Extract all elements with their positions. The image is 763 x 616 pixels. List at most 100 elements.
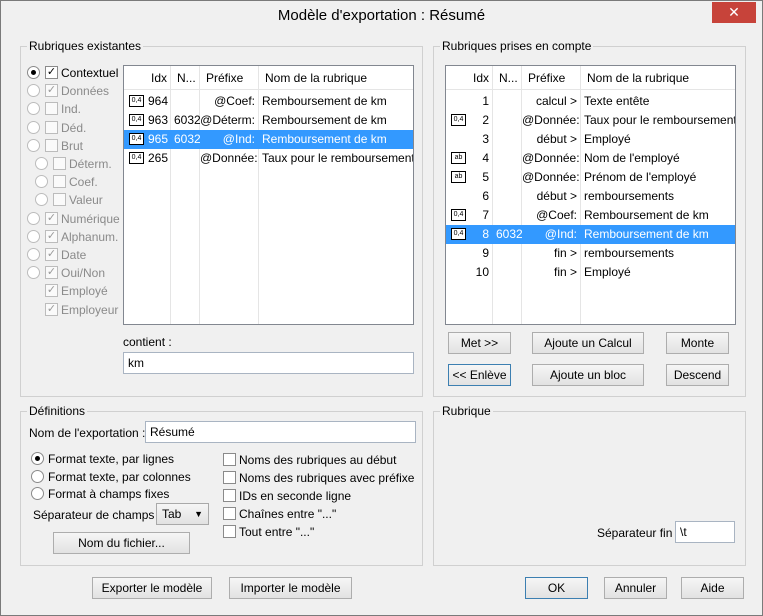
table-row[interactable]: 0,4 8 6032. @Ind: Remboursement de km — [446, 225, 735, 244]
column-header[interactable]: N... — [493, 66, 522, 90]
filter-radio[interactable] — [27, 266, 40, 280]
cell-idx: 2 — [482, 113, 489, 127]
cell-n: 6032. — [174, 132, 200, 146]
cancel-button[interactable]: Annuler — [604, 577, 667, 599]
filter-checkbox[interactable] — [45, 102, 58, 116]
existing-fields-group: Rubriques existantes ✓ Contextuel ✓ Données… — [20, 39, 423, 397]
format-radio-columns[interactable] — [31, 470, 44, 483]
filter-radio[interactable] — [27, 84, 40, 98]
filter-radio[interactable] — [35, 175, 48, 189]
add-calc-button[interactable]: Ajoute un Calcul — [532, 332, 644, 354]
column-header[interactable]: Idx — [467, 66, 493, 90]
end-separator-label: Séparateur fin : — [597, 526, 680, 540]
contains-input[interactable]: km — [123, 352, 414, 374]
remove-button[interactable]: << Enlève — [448, 364, 511, 386]
table-row[interactable]: 10 fin > Employé — [446, 263, 735, 282]
table-row[interactable]: ab 5 @Donnée: Prénom de l'employé — [446, 168, 735, 187]
window-title: Modèle d'exportation : Résumé — [277, 7, 486, 24]
table-row[interactable]: 3 début > Employé — [446, 130, 735, 149]
close-button[interactable]: ✕ — [712, 2, 756, 23]
table-row[interactable]: 6 début > remboursements — [446, 187, 735, 206]
filter-radio[interactable] — [27, 211, 40, 225]
table-row[interactable]: 0,4 265 @Donnée: Taux pour le remboursement… — [124, 149, 413, 168]
format-radio-lines[interactable] — [31, 452, 44, 465]
type-icon: ab — [451, 152, 466, 164]
field-separator-value: Tab — [162, 507, 182, 521]
export-model-button[interactable]: Exporter le modèle — [92, 577, 212, 599]
selected-fields-list[interactable]: Idx N... Préfixe Nom de la rubrique 1 calcul … — [445, 65, 736, 325]
field-separator-select[interactable]: Tab ▼ — [156, 503, 209, 525]
table-row[interactable]: 0,4 7 @Coef: Remboursement de km — [446, 206, 735, 225]
option-ids-second-line-label: IDs en seconde ligne — [239, 489, 352, 503]
add-block-button[interactable]: Ajoute un bloc — [532, 364, 644, 386]
column-header[interactable]: Nom de la rubrique — [259, 66, 413, 90]
format-fixed-label: Format à champs fixes — [48, 487, 170, 501]
filter-radio[interactable] — [27, 138, 40, 152]
option-names-start-label: Noms des rubriques au début — [239, 453, 397, 467]
filter-checkbox[interactable]: ✓ — [45, 66, 58, 79]
filter-checkbox[interactable]: ✓ — [45, 266, 58, 280]
table-row[interactable]: ab 4 @Donnée: Nom de l'employé — [446, 149, 735, 168]
column-header[interactable]: Nom de la rubrique — [581, 66, 735, 90]
filter-checkbox[interactable]: ✓ — [45, 302, 58, 316]
table-row[interactable]: 0,4 964 @Coef: Remboursement de km — [124, 92, 413, 111]
filter-checkbox[interactable]: ✓ — [45, 248, 58, 261]
filter-radio[interactable] — [27, 66, 40, 79]
import-model-button[interactable]: Importer le modèle — [229, 577, 352, 599]
cell-name: Remboursement de km — [584, 208, 709, 222]
cell-name: Remboursement de km — [262, 113, 387, 127]
option-names-prefix-checkbox[interactable] — [223, 471, 236, 484]
table-row[interactable]: 0,4 965 6032. @Ind: Remboursement de km — [124, 130, 413, 149]
filter-checkbox[interactable] — [53, 175, 66, 189]
cell-n — [493, 263, 522, 282]
column-header[interactable]: Préfixe — [522, 66, 581, 90]
filter-radio[interactable] — [27, 229, 40, 243]
table-row[interactable]: 9 fin > remboursements — [446, 244, 735, 263]
table-row[interactable]: 1 calcul > Texte entête — [446, 92, 735, 111]
filter-checkbox[interactable] — [53, 157, 66, 170]
table-row[interactable]: 0,4 963 6032.@Déterm: Remboursement de km — [124, 111, 413, 130]
cell-prefix: @Donnée: — [200, 151, 258, 165]
cell-prefix: @Ind: — [222, 132, 255, 146]
filter-radio[interactable] — [27, 102, 40, 116]
ok-button[interactable]: OK — [525, 577, 588, 599]
filter-radio[interactable] — [35, 157, 48, 170]
cell-name: Employé — [584, 265, 631, 279]
existing-fields-list[interactable]: Idx N... Préfixe Nom de la rubrique 0,4 964 @C… — [123, 65, 414, 325]
move-up-button[interactable]: Monte — [666, 332, 729, 354]
cell-n — [493, 206, 522, 225]
filename-button[interactable]: Nom du fichier... — [53, 532, 190, 554]
option-names-start-checkbox[interactable] — [223, 453, 236, 466]
type-icon: 0,4 — [451, 228, 466, 240]
column-header[interactable]: Préfixe — [200, 66, 259, 90]
column-header[interactable]: Idx — [145, 66, 171, 90]
filter-checkbox[interactable] — [45, 120, 58, 134]
cell-name: Taux pour le remboursement de — [584, 113, 736, 127]
put-button[interactable]: Met >> — [448, 332, 511, 354]
cell-prefix: début > — [536, 189, 577, 203]
filter-radio[interactable] — [35, 193, 48, 207]
help-button[interactable]: Aide — [681, 577, 744, 599]
export-name-input[interactable]: Résumé — [145, 421, 416, 443]
selected-fields-group: Rubriques prises en compte Idx N... Préfix… — [433, 39, 746, 397]
table-row[interactable]: 0,4 2 @Donnée: Taux pour le remboursement d… — [446, 111, 735, 130]
option-all-quoted-checkbox[interactable] — [223, 525, 236, 538]
move-down-button[interactable]: Descend — [666, 364, 729, 386]
filter-checkbox[interactable]: ✓ — [45, 229, 58, 243]
filter-checkbox[interactable]: ✓ — [45, 284, 58, 298]
option-strings-quoted-checkbox[interactable] — [223, 507, 236, 520]
filter-radio[interactable] — [27, 120, 40, 134]
cell-n — [493, 168, 522, 187]
end-separator-input[interactable]: \t — [675, 521, 735, 543]
cell-n — [493, 244, 522, 263]
filter-checkbox[interactable]: ✓ — [45, 211, 58, 225]
filter-checkbox[interactable] — [53, 193, 66, 207]
filter-checkbox[interactable]: ✓ — [45, 84, 58, 98]
column-header[interactable]: N... — [171, 66, 200, 90]
filter-label: Employeur — [61, 302, 119, 317]
filter-checkbox[interactable] — [45, 138, 58, 152]
option-ids-second-line-checkbox[interactable] — [223, 489, 236, 502]
cell-idx: 10 — [475, 265, 489, 279]
filter-radio[interactable] — [27, 248, 40, 261]
format-radio-fixed[interactable] — [31, 487, 44, 500]
